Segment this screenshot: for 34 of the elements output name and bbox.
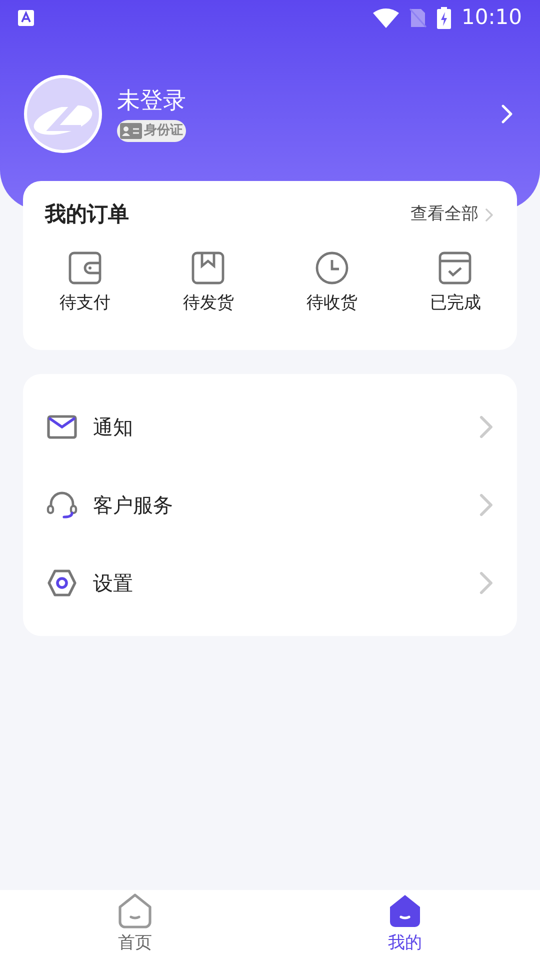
- orders-title: 我的订单: [45, 201, 129, 228]
- settings-icon: [47, 569, 77, 597]
- bookmark-box-icon: [191, 250, 226, 284]
- menu-item[interactable]: 通知: [23, 388, 517, 466]
- profile-icon: [387, 893, 423, 930]
- menu-item[interactable]: 设置: [23, 544, 517, 622]
- user-name[interactable]: 未登录: [117, 86, 186, 116]
- order-status-button[interactable]: 已完成: [394, 250, 517, 316]
- chevron-icon: [478, 415, 493, 439]
- wifi-icon: [373, 8, 400, 28]
- home-icon: [117, 893, 153, 930]
- wallet-icon: [68, 250, 102, 284]
- chevron-icon: [484, 208, 493, 222]
- view-all-link[interactable]: 查看全部: [410, 202, 493, 228]
- nav-tab[interactable]: 首页: [0, 890, 270, 960]
- order-status-button[interactable]: 待支付: [23, 250, 146, 316]
- chevron-icon: [478, 493, 493, 517]
- order-status-button[interactable]: 待收货: [270, 250, 394, 316]
- calendar-check-icon: [438, 250, 472, 284]
- status-time: 10:10: [461, 4, 522, 32]
- headset-icon: [46, 491, 78, 519]
- avatar-logo[interactable]: [23, 74, 103, 154]
- mail-icon: [47, 415, 77, 439]
- order-status-button[interactable]: 待发货: [146, 250, 270, 316]
- clock-icon: [314, 250, 349, 284]
- chevron-icon: [478, 571, 493, 595]
- nav-tab[interactable]: 我的: [270, 890, 540, 960]
- app-notification-icon: [18, 10, 34, 26]
- no-sim-icon: [409, 8, 428, 28]
- id-card-icon: [120, 123, 142, 139]
- battery-charging-icon: [437, 7, 452, 29]
- id-card-badge: 身份证: [117, 120, 186, 142]
- menu-item[interactable]: 客户服务: [23, 466, 517, 544]
- chevron-icon: [501, 104, 513, 124]
